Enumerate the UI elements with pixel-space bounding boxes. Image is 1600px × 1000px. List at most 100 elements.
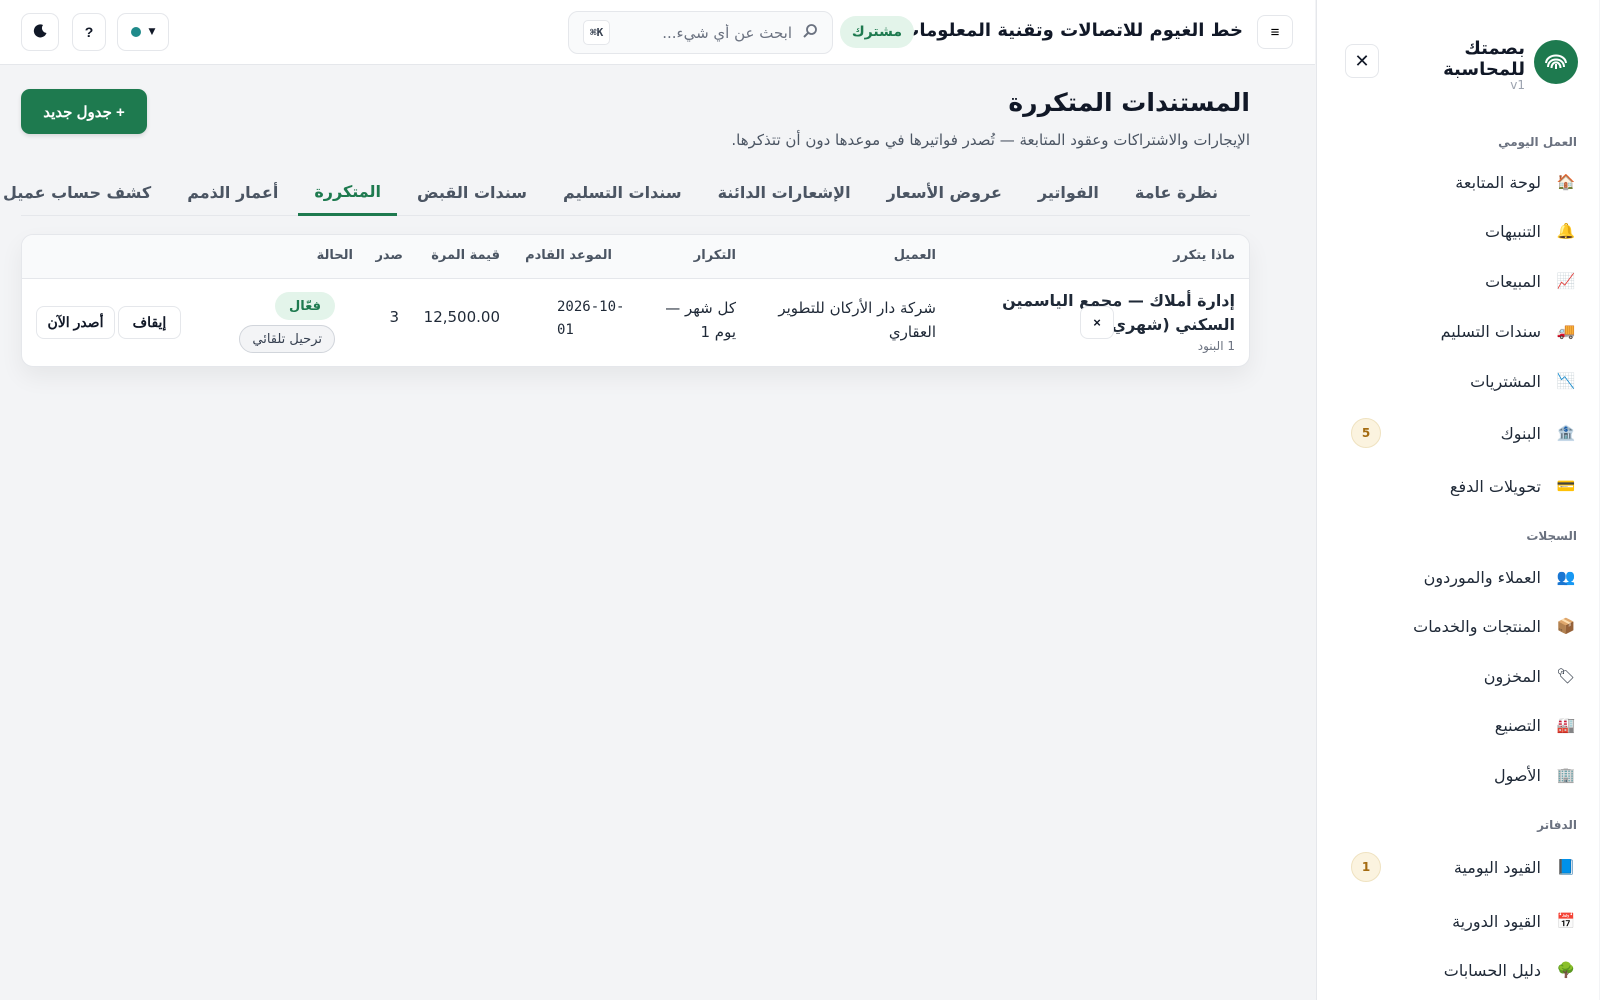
sidebar-item-journal-entries[interactable]: 📘 القيود اليومية 1 [1332, 848, 1590, 886]
sidebar-item-purchases[interactable]: 📉 المشتريات [1332, 362, 1590, 400]
row-what-line2: السكني (شهري) [1105, 315, 1236, 334]
row-next-date-line2: 01 [558, 322, 575, 338]
column-header-status: الحالة [317, 248, 354, 263]
sidebar-item-label: المبيعات [1486, 271, 1542, 291]
page-subtitle: الإيجارات والاشتراكات وعقود المتابعة — ت… [732, 131, 1251, 149]
chart-down-icon: 📉 [1557, 372, 1577, 390]
delete-button[interactable]: × [1081, 306, 1115, 339]
row-issued-count: 3 [390, 308, 400, 326]
document-tabs: نظرة عامة الفواتير عروض الأسعار الإشعارا… [4, 170, 1251, 216]
sidebar-item-label: البنوك [1501, 423, 1542, 443]
search-icon [803, 23, 819, 43]
sidebar-close-button[interactable]: ✕ [1346, 44, 1380, 78]
sidebar-item-inventory[interactable]: 🏷 المخزون [1332, 657, 1590, 695]
tree-icon: 🌳 [1557, 961, 1577, 979]
new-schedule-button[interactable]: + جدول جديد [22, 89, 148, 134]
nav-section-title-records: السجلات [1527, 529, 1578, 543]
row-frequency: كل شهر — يوم 1 [666, 296, 737, 344]
row-customer: شركة دار الأركان للتطوير العقاري [779, 296, 937, 344]
sidebar: بصمتك للمحاسبة v1 ✕ العمل اليومي 🏠 لوحة … [1317, 0, 1600, 1000]
tab-overview[interactable]: نظرة عامة [1120, 170, 1235, 216]
truck-icon: 🚚 [1557, 322, 1577, 340]
tag-icon: 🏷 [1557, 667, 1577, 685]
menu-button[interactable]: ≡ [1258, 15, 1294, 49]
package-icon: 📦 [1557, 617, 1577, 635]
book-icon: 📘 [1557, 858, 1577, 876]
fingerprint-logo-icon [1535, 40, 1579, 84]
issue-now-button[interactable]: أصدر الآن [37, 306, 116, 339]
help-button[interactable]: ? [73, 13, 107, 51]
sidebar-item-alerts[interactable]: 🔔 التنبيهات [1332, 212, 1590, 250]
tab-aging[interactable]: أعمار الذمم [172, 170, 295, 216]
sidebar-item-label: الأصول [1494, 765, 1542, 785]
sidebar-item-customers-suppliers[interactable]: 👥 العملاء والموردون [1332, 558, 1590, 596]
brand-name: بصمتك للمحاسبة [1444, 38, 1526, 80]
home-icon: 🏠 [1557, 173, 1577, 191]
nav-section-title-daily: العمل اليومي [1499, 135, 1578, 149]
status-badge: فعّال [275, 292, 336, 320]
calendar-icon: 📅 [1557, 912, 1577, 930]
sidebar-item-label: المنتجات والخدمات [1414, 616, 1542, 636]
row-frequency-line1: كل شهر — [666, 299, 737, 317]
recurring-table: ماذا يتكرر العميل التكرار الموعد القادم … [22, 234, 1251, 367]
sidebar-item-delivery-notes[interactable]: 🚚 سندات التسليم [1332, 312, 1590, 350]
sidebar-item-payment-transfers[interactable]: 💳 تحويلات الدفع [1332, 467, 1590, 505]
tab-receipts[interactable]: سندات القبض [402, 170, 544, 216]
search-input[interactable] [633, 20, 793, 46]
sidebar-item-label: المخزون [1484, 666, 1542, 686]
row-amount: 12,500.00 [424, 308, 501, 326]
column-header-frequency: التكرار [694, 248, 737, 263]
tab-customer-statement[interactable]: كشف حساب عميل [0, 170, 168, 216]
brand-name-line1: بصمتك [1465, 38, 1526, 59]
sidebar-item-label: التصنيع [1495, 715, 1542, 735]
nav-section-title-ledgers: الدفاتر [1538, 818, 1578, 832]
sidebar-item-label: سندات التسليم [1441, 321, 1542, 341]
close-icon: ✕ [1355, 50, 1371, 71]
brand-name-line2: للمحاسبة [1444, 59, 1526, 80]
row-customer-line1: شركة دار الأركان للتطوير [779, 299, 937, 317]
sidebar-item-assets[interactable]: 🏢 الأصول [1332, 756, 1590, 794]
hamburger-icon: ≡ [1271, 23, 1281, 41]
table-header: ماذا يتكرر العميل التكرار الموعد القادم … [23, 235, 1250, 279]
sidebar-item-products-services[interactable]: 📦 المنتجات والخدمات [1332, 607, 1590, 645]
factory-icon: 🏭 [1557, 716, 1577, 734]
people-icon: 👥 [1557, 568, 1577, 586]
sidebar-item-manufacturing[interactable]: 🏭 التصنيع [1332, 706, 1590, 744]
close-icon: × [1094, 315, 1102, 330]
sidebar-item-label: القيود اليومية [1454, 857, 1542, 877]
topbar: ≡ خط الغيوم للاتصالات وتقنية المعلومات م… [0, 0, 1316, 65]
sidebar-item-label: القيود الدورية [1453, 911, 1542, 931]
status-dot-icon [131, 27, 142, 37]
company-name: خط الغيوم للاتصالات وتقنية المعلومات [902, 20, 1244, 41]
page-title: المستندات المتكررة [1009, 88, 1251, 117]
sidebar-item-label: العملاء والموردون [1424, 567, 1542, 587]
sidebar-item-chart-of-accounts[interactable]: 🌳 دليل الحسابات [1332, 951, 1590, 989]
pause-button[interactable]: إيقاف [119, 306, 182, 339]
sidebar-item-label: التنبيهات [1486, 221, 1542, 241]
auto-post-badge: ترحيل تلقائي [240, 325, 336, 353]
bell-icon: 🔔 [1557, 222, 1577, 240]
sidebar-item-dashboard[interactable]: 🏠 لوحة المتابعة [1332, 163, 1590, 201]
brand-version: v1 [1511, 78, 1526, 92]
bank-icon: 🏦 [1557, 424, 1577, 442]
tab-invoices[interactable]: الفواتير [1023, 170, 1116, 216]
row-what[interactable]: إدارة أملاك — مجمع الياسمين السكني (شهري… [1003, 289, 1236, 337]
tab-credit-notes[interactable]: الإشعارات الدائنة [703, 170, 868, 216]
tab-quotes[interactable]: عروض الأسعار [872, 170, 1019, 216]
row-next-date: 2026-10- 01 [558, 296, 625, 342]
status-dropdown-button[interactable]: ▼ [118, 13, 170, 51]
sidebar-item-banks[interactable]: 🏦 البنوك 5 [1332, 414, 1590, 452]
sidebar-item-recurring-entries[interactable]: 📅 القيود الدورية [1332, 902, 1590, 940]
column-header-next-date: الموعد القادم [526, 248, 613, 263]
sidebar-item-label: دليل الحسابات [1444, 960, 1542, 980]
credit-card-icon: 💳 [1557, 477, 1577, 495]
search-box[interactable]: K⌘ [569, 11, 834, 54]
count-badge: 5 [1352, 418, 1382, 448]
sidebar-item-label: تحويلات الدفع [1450, 476, 1542, 496]
tab-delivery-notes[interactable]: سندات التسليم [548, 170, 699, 216]
column-header-what: ماذا يتكرر [1174, 248, 1236, 263]
theme-toggle-button[interactable] [22, 13, 60, 51]
row-what-line1: إدارة أملاك — مجمع الياسمين [1003, 291, 1236, 310]
sidebar-item-sales[interactable]: 📈 المبيعات [1332, 262, 1590, 300]
tab-recurring[interactable]: المتكررة [299, 170, 398, 216]
